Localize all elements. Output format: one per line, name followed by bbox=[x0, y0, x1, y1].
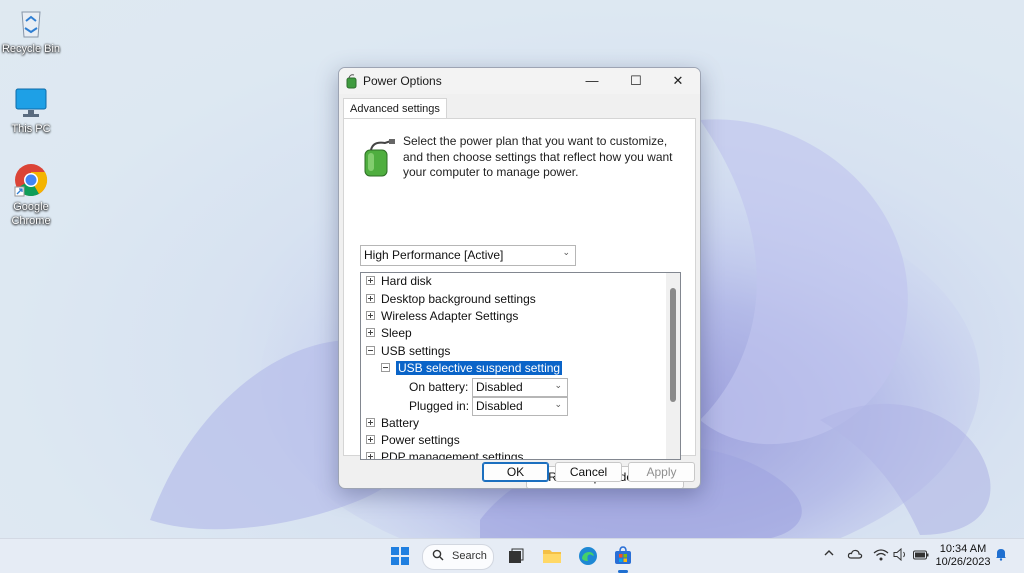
collapse-icon[interactable] bbox=[366, 346, 375, 356]
desktop-icon-google-chrome[interactable]: Google Chrome bbox=[0, 162, 63, 228]
search-label: Search bbox=[452, 550, 487, 562]
power-plan-value: High Performance [Active] bbox=[364, 248, 504, 262]
minimize-button[interactable]: — bbox=[570, 68, 614, 94]
power-plan-select[interactable]: High Performance [Active] ⌄ bbox=[360, 245, 576, 266]
on-battery-select[interactable]: Disabled ⌄ bbox=[472, 378, 568, 397]
power-options-dialog: Power Options — ☐ ✕ Advanced settings Se… bbox=[338, 67, 701, 489]
taskbar-clock[interactable]: 10:34 AM 10/26/2023 bbox=[932, 543, 994, 569]
clock-time: 10:34 AM bbox=[939, 543, 987, 555]
monitor-icon bbox=[13, 84, 49, 120]
desktop-icon-label: Google Chrome bbox=[11, 201, 51, 227]
description-text: Select the power plan that you want to c… bbox=[403, 134, 673, 179]
tree-item-pdp-management[interactable]: PDP management settings bbox=[366, 449, 524, 459]
plugged-in-label: Plugged in: bbox=[409, 399, 470, 413]
battery-plug-icon bbox=[344, 73, 360, 89]
tree-item-hard-disk[interactable]: Hard disk bbox=[366, 273, 432, 290]
power-plan-icon bbox=[359, 138, 397, 178]
chevron-up-icon[interactable] bbox=[823, 547, 835, 562]
close-button[interactable]: ✕ bbox=[656, 68, 700, 94]
window-title: Power Options bbox=[363, 74, 442, 88]
title-bar[interactable]: Power Options — ☐ ✕ bbox=[339, 68, 700, 94]
apply-button[interactable]: Apply bbox=[628, 462, 695, 482]
settings-tree[interactable]: Hard disk Desktop background settings Wi… bbox=[360, 272, 681, 460]
cloud-icon[interactable] bbox=[847, 548, 863, 563]
volume-icon[interactable] bbox=[893, 547, 909, 564]
tree-scrollbar[interactable] bbox=[666, 273, 680, 459]
wifi-icon[interactable] bbox=[873, 548, 889, 564]
search-icon bbox=[432, 549, 444, 564]
taskbar-search[interactable]: Search bbox=[422, 544, 494, 570]
taskbar: Search 10:34 AM 10/26/2023 bbox=[0, 538, 1024, 573]
advanced-settings-panel: Select the power plan that you want to c… bbox=[343, 118, 696, 488]
scrollbar-thumb[interactable] bbox=[670, 288, 676, 402]
desktop-icon-label: Recycle Bin bbox=[1, 43, 61, 55]
edge-icon[interactable] bbox=[578, 546, 598, 566]
expand-icon[interactable] bbox=[366, 435, 375, 445]
expand-icon[interactable] bbox=[366, 311, 375, 321]
collapse-icon[interactable] bbox=[381, 363, 390, 373]
expand-icon[interactable] bbox=[366, 418, 375, 428]
chrome-icon bbox=[13, 162, 49, 198]
clock-date: 10/26/2023 bbox=[935, 556, 991, 568]
store-icon[interactable] bbox=[613, 546, 633, 566]
expand-icon[interactable] bbox=[366, 452, 375, 459]
chevron-down-icon: ⌄ bbox=[562, 247, 570, 257]
tree-item-desktop-background[interactable]: Desktop background settings bbox=[366, 291, 536, 308]
notification-bell-icon[interactable] bbox=[995, 547, 1007, 564]
expand-icon[interactable] bbox=[366, 276, 375, 286]
tree-item-battery[interactable]: Battery bbox=[366, 415, 419, 432]
tree-item-usb-settings[interactable]: USB settings bbox=[366, 343, 450, 360]
on-battery-label: On battery: bbox=[409, 380, 469, 394]
expand-icon[interactable] bbox=[366, 294, 375, 304]
start-icon[interactable] bbox=[390, 546, 410, 566]
on-battery-value: Disabled bbox=[476, 380, 523, 394]
recycle-bin-icon bbox=[13, 4, 49, 40]
expand-icon[interactable] bbox=[366, 328, 375, 338]
tree-item-power-settings[interactable]: Power settings bbox=[366, 432, 460, 449]
tree-item-sleep[interactable]: Sleep bbox=[366, 325, 412, 342]
battery-icon[interactable] bbox=[913, 549, 929, 563]
tab-advanced-settings[interactable]: Advanced settings bbox=[343, 98, 447, 119]
maximize-button[interactable]: ☐ bbox=[614, 68, 658, 94]
cancel-button[interactable]: Cancel bbox=[555, 462, 622, 482]
plugged-in-select[interactable]: Disabled ⌄ bbox=[472, 397, 568, 416]
task-view-icon[interactable] bbox=[506, 546, 526, 566]
chevron-down-icon: ⌄ bbox=[554, 380, 562, 390]
tree-item-wireless-adapter[interactable]: Wireless Adapter Settings bbox=[366, 308, 518, 325]
plugged-in-value: Disabled bbox=[476, 399, 523, 413]
tree-item-usb-selective-suspend[interactable]: USB selective suspend setting bbox=[381, 360, 563, 377]
desktop-icon-recycle-bin[interactable]: Recycle Bin bbox=[0, 4, 63, 56]
ok-button[interactable]: OK bbox=[482, 462, 549, 482]
file-explorer-icon[interactable] bbox=[542, 546, 562, 566]
desktop-icon-this-pc[interactable]: This PC bbox=[0, 84, 63, 136]
desktop-icon-label: This PC bbox=[11, 123, 51, 135]
chevron-down-icon: ⌄ bbox=[554, 399, 562, 409]
